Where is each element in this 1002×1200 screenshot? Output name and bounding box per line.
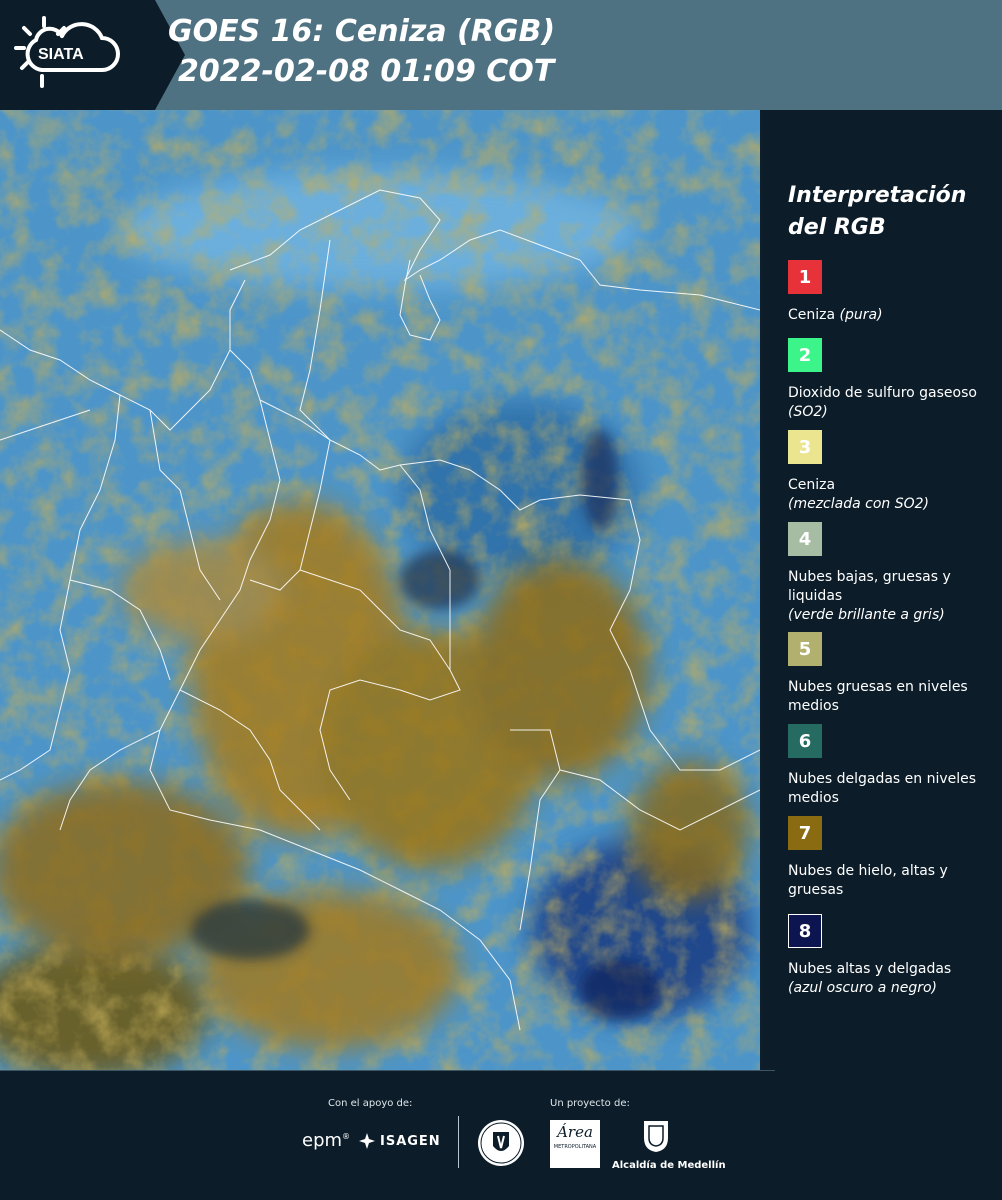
epm-logo[interactable]: epm® [302,1130,350,1151]
legend-item-3: 3 Ceniza (mezclada con SO2) [788,430,993,514]
satellite-map-svg [0,110,760,1070]
support-label: Con el apoyo de: [328,1098,413,1109]
project-label: Un proyecto de: [550,1098,630,1109]
header-bar: SIATA GOES 16: Ceniza (RGB) 2022-02-08 0… [0,0,1002,110]
legend-sub-1: (pura) [839,307,883,323]
title-line-2: 2022-02-08 01:09 COT [178,54,555,89]
seal-emblem-icon[interactable] [476,1118,526,1168]
alcaldia-shield-icon [644,1121,668,1152]
footer: Con el apoyo de: Un proyecto de: epm® IS… [0,1070,1002,1200]
isagen-logo[interactable]: ISAGEN [358,1132,441,1150]
legend-swatch-3: 3 [788,430,822,464]
legend-text-8: Nubes altas y delgadas [788,961,952,977]
legend-swatch-5: 5 [788,632,822,666]
legend-item-5: 5 Nubes gruesas en niveles medios [788,632,993,716]
area-sub-text: METROPOLITANA [553,1144,597,1150]
legend-swatch-4: 4 [788,522,822,556]
legend-sub-8: (azul oscuro a negro) [788,980,937,996]
legend-item-8: 8 Nubes altas y delgadas (azul oscuro a n… [788,914,993,998]
legend-sub-3: (mezclada con SO2) [788,496,930,512]
legend-text-3: Ceniza [788,477,836,493]
legend-item-4: 4 Nubes bajas, gruesas y liquidas (verde … [788,522,993,625]
legend-title-line-2: del RGB [788,215,886,240]
legend-text-4: Nubes bajas, gruesas y liquidas [788,569,951,604]
satellite-image[interactable] [0,110,760,1070]
legend-sub-4: (verde brillante a gris) [788,607,945,623]
legend-title: Interpretación del RGB [788,180,966,244]
legend-swatch-2: 2 [788,338,822,372]
logo-text: SIATA [38,46,84,63]
legend-item-1: 1 Ceniza (pura) [788,260,993,325]
legend-text-7: Nubes de hielo, altas y gruesas [788,863,948,898]
siata-logo[interactable]: SIATA [0,0,185,110]
alcaldia-text[interactable]: Alcaldía de Medellín [612,1160,726,1171]
legend-text-5: Nubes gruesas en niveles medios [788,679,968,714]
legend-text-6: Nubes delgadas en niveles medios [788,771,977,806]
area-metropolitana-logo[interactable]: Área METROPOLITANA [550,1120,600,1168]
legend-swatch-6: 6 [788,724,822,758]
legend-swatch-7: 7 [788,816,822,850]
legend-text-2: Dioxido de sulfuro gaseoso [788,385,977,401]
page-title: GOES 16: Ceniza (RGB) 2022-02-08 01:09 C… [168,12,555,92]
siata-sun-cloud-icon: SIATA [14,16,120,88]
title-line-1: GOES 16: Ceniza (RGB) [168,14,556,49]
legend-swatch-1: 1 [788,260,822,294]
area-title-text: Área [557,1123,593,1141]
epm-logo-text: epm [302,1130,343,1151]
legend-item-6: 6 Nubes delgadas en niveles medios [788,724,993,808]
legend-item-7: 7 Nubes de hielo, altas y gruesas [788,816,993,900]
isagen-icon [359,1133,375,1149]
legend-item-2: 2 Dioxido de sulfuro gaseoso (SO2) [788,338,993,422]
isagen-text: ISAGEN [380,1133,441,1149]
legend-swatch-8: 8 [788,914,822,948]
footer-divider-line [0,1070,775,1071]
legend-sub-2: (SO2) [788,404,828,420]
legend-text-1: Ceniza [788,307,836,323]
footer-vertical-divider [458,1116,459,1168]
legend-title-line-1: Interpretación [788,183,967,208]
legend-panel: Interpretación del RGB 1 Ceniza (pura) 2… [762,110,1002,1070]
